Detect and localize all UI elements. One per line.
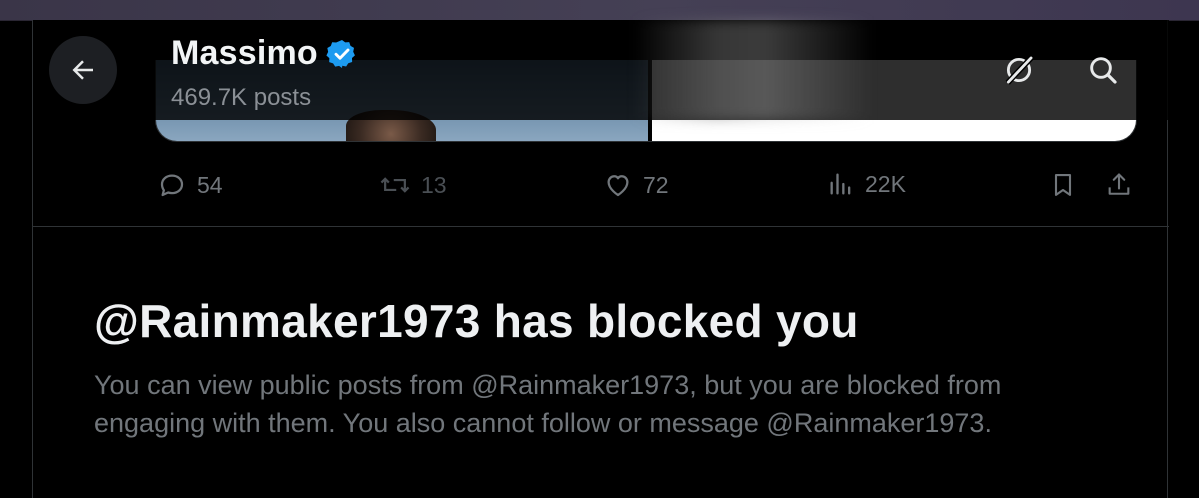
reply-count: 54 xyxy=(197,171,223,198)
section-divider xyxy=(33,226,1169,227)
like-count: 72 xyxy=(643,171,669,198)
profile-header: Massimo 469.7K posts xyxy=(33,20,1169,120)
timeline-column: Massimo 469.7K posts 54 13 72 22K @Rainm… xyxy=(32,20,1169,498)
search-icon xyxy=(1090,57,1117,84)
repost-count: 13 xyxy=(421,171,447,198)
bookmark-button[interactable] xyxy=(1049,170,1077,200)
post-actions-row: 54 13 72 22K xyxy=(33,160,1169,210)
post-count: 469.7K posts xyxy=(171,84,312,111)
verified-badge-icon xyxy=(326,39,355,68)
repost-button[interactable]: 13 xyxy=(379,170,447,200)
grok-button[interactable] xyxy=(999,50,1039,90)
repost-icon xyxy=(380,177,410,193)
back-arrow-icon xyxy=(72,60,93,80)
like-button[interactable]: 72 xyxy=(603,170,669,200)
profile-name-row: Massimo xyxy=(171,34,358,73)
analytics-icon xyxy=(830,173,851,195)
blocked-title: @Rainmaker1973 has blocked you xyxy=(94,295,859,347)
search-button[interactable] xyxy=(1083,50,1123,90)
window-top-strip xyxy=(0,0,1199,21)
views-button[interactable]: 22K xyxy=(827,170,906,198)
share-icon xyxy=(1108,173,1130,195)
heart-icon xyxy=(607,175,629,197)
header-blur-overlay xyxy=(633,20,873,120)
reply-icon xyxy=(160,174,184,197)
grok-icon xyxy=(1005,55,1034,85)
blocked-description: You can view public posts from @Rainmake… xyxy=(94,370,1002,438)
views-count: 22K xyxy=(865,170,906,197)
reply-button[interactable]: 54 xyxy=(157,170,223,200)
back-button[interactable] xyxy=(49,36,117,104)
bookmark-icon xyxy=(1054,174,1072,196)
profile-name: Massimo xyxy=(171,34,318,72)
share-button[interactable] xyxy=(1105,170,1133,200)
